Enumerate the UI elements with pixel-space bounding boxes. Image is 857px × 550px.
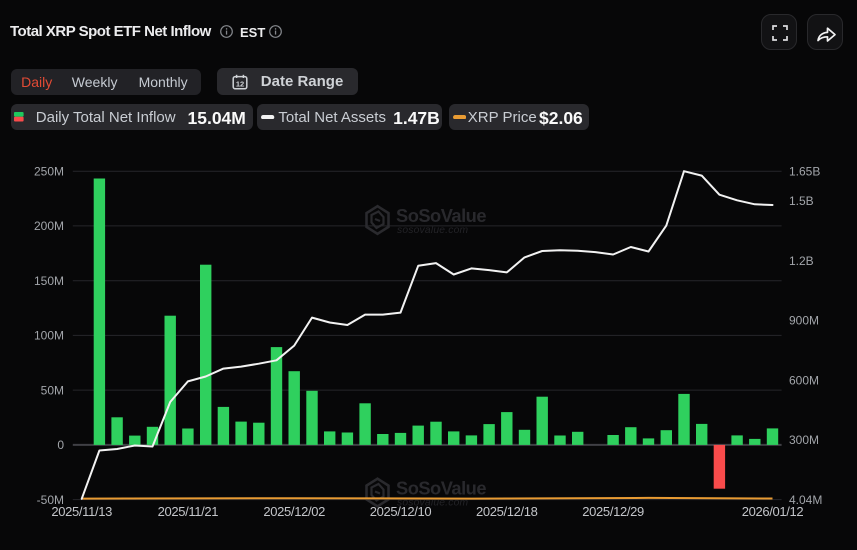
svg-text:1.65B: 1.65B [789,164,820,178]
svg-text:50M: 50M [41,383,64,397]
svg-text:sosovalue.com: sosovalue.com [397,225,469,236]
svg-text:SoSoValue: SoSoValue [396,205,486,226]
svg-text:2025/12/02: 2025/12/02 [263,504,325,519]
svg-text:300M: 300M [789,433,819,447]
svg-text:2025/12/18: 2025/12/18 [476,504,538,519]
svg-text:900M: 900M [789,314,819,328]
svg-text:2025/12/29: 2025/12/29 [582,504,644,519]
svg-text:250M: 250M [34,164,64,178]
svg-text:1.5B: 1.5B [789,194,814,208]
svg-text:2025/11/21: 2025/11/21 [158,504,219,519]
svg-text:2026/01/12: 2026/01/12 [742,504,804,519]
svg-text:2025/12/10: 2025/12/10 [370,504,432,519]
svg-text:1.2B: 1.2B [789,254,814,268]
svg-text:600M: 600M [789,373,819,387]
svg-text:100M: 100M [34,329,64,343]
svg-text:150M: 150M [34,274,64,288]
svg-text:200M: 200M [34,219,64,233]
svg-text:SoSoValue: SoSoValue [396,478,486,499]
svg-text:0: 0 [57,438,64,452]
svg-text:2025/11/13: 2025/11/13 [51,504,112,519]
